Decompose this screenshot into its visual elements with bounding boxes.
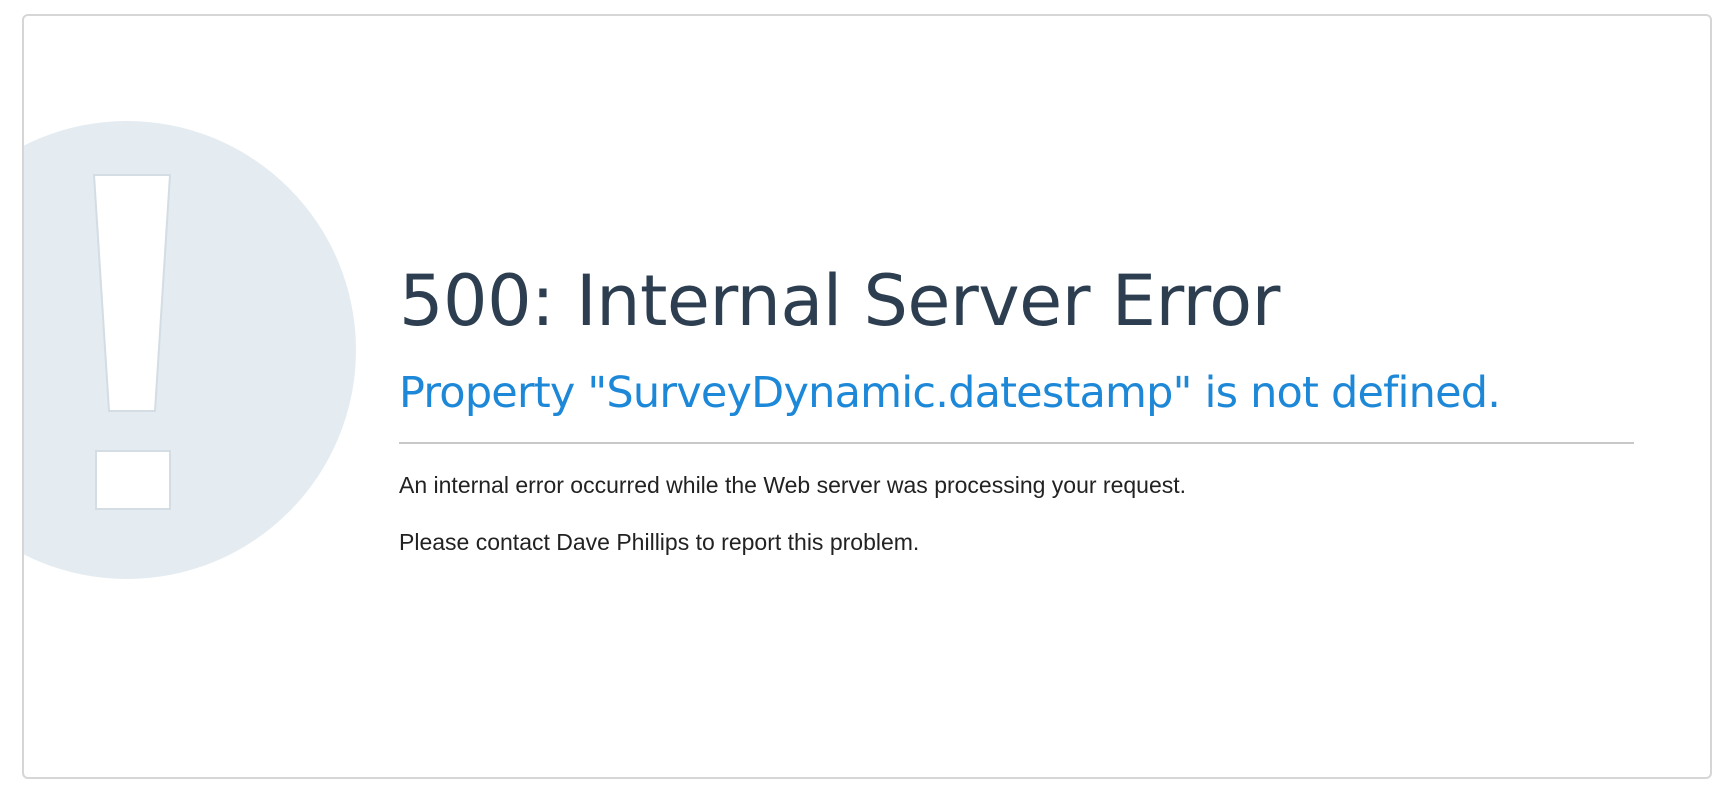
error-title: 500: Internal Server Error bbox=[399, 260, 1280, 342]
error-message: An internal error occurred while the Web… bbox=[399, 472, 1187, 498]
error-panel: 500: Internal Server Error Property "Sur… bbox=[22, 14, 1712, 779]
exclamation-circle-icon bbox=[24, 121, 356, 579]
error-content: 500: Internal Server Error Property "Sur… bbox=[399, 256, 1654, 557]
divider bbox=[399, 442, 1634, 444]
contact-message: Please contact Dave Phillips to report t… bbox=[399, 529, 920, 555]
error-subtitle: Property "SurveyDynamic.datestamp" is no… bbox=[399, 368, 1501, 418]
